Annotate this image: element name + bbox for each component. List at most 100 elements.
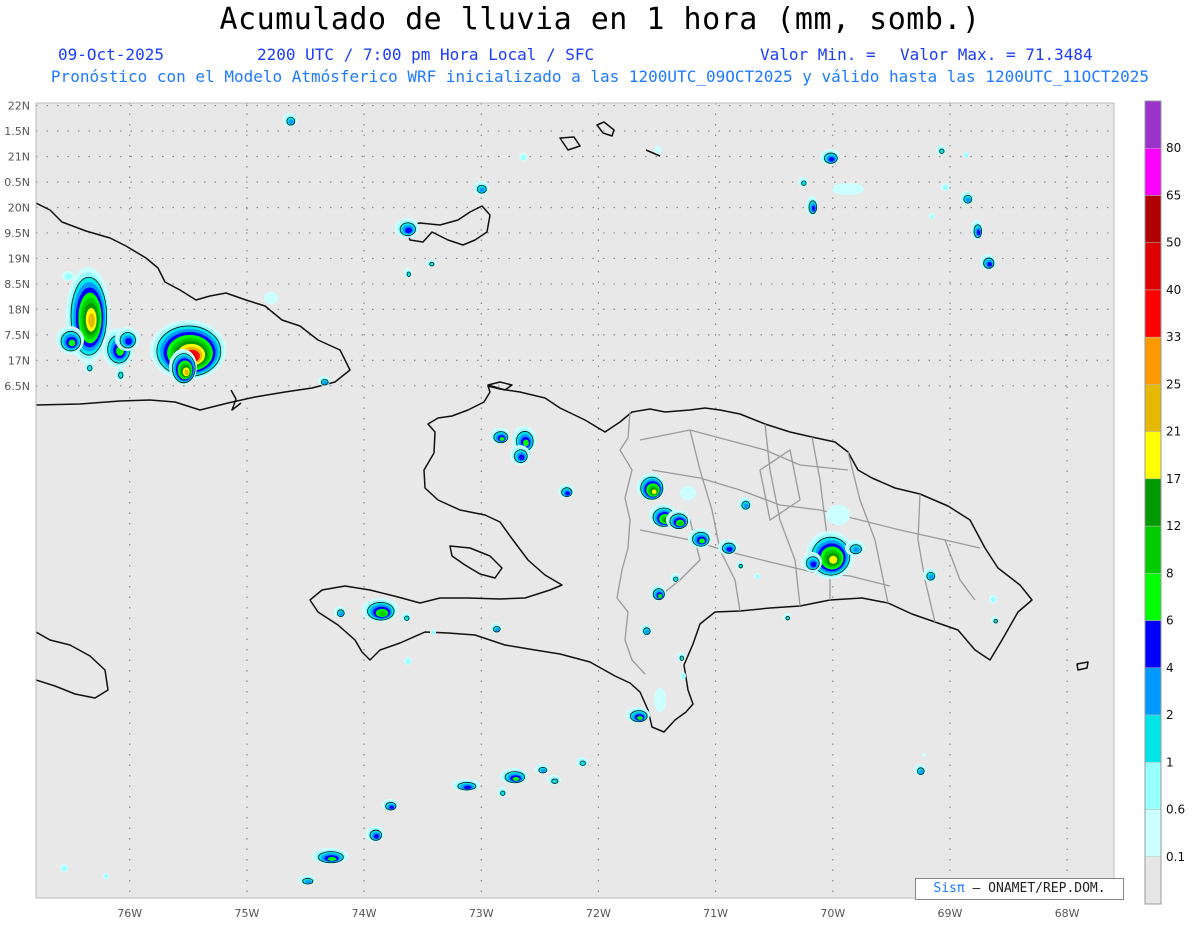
lon-tick-label: 76W xyxy=(117,907,142,920)
rain-cell-ring xyxy=(654,688,666,712)
legend-swatch xyxy=(1144,431,1162,480)
rain-cell-ring xyxy=(339,611,344,616)
rain-cell-ring xyxy=(405,659,411,665)
rain-cell-ring xyxy=(512,777,520,781)
rain-cell-ring xyxy=(64,273,73,280)
rain-cell-ring xyxy=(651,489,657,495)
rain-cell-ring xyxy=(184,369,189,376)
rain-cell-ring xyxy=(964,153,969,158)
rain-cell-ring xyxy=(500,790,506,796)
legend-label: 0.1 xyxy=(1166,850,1185,864)
legend-swatch xyxy=(1144,147,1162,196)
rain-cell-ring xyxy=(976,229,981,236)
model-subtitle: Pronóstico con el Modelo Atmósferico WRF… xyxy=(50,67,1150,86)
credit-box: Sisπ – ONAMET/REP.DOM. xyxy=(915,878,1124,900)
rain-cell-ring xyxy=(431,630,436,635)
lat-tick-label: 1.5N xyxy=(4,125,30,138)
rain-cell-ring xyxy=(463,785,472,790)
rain-cell-ring xyxy=(551,778,559,784)
lon-tick-label: 69W xyxy=(938,907,963,920)
rain-cell-ring xyxy=(987,262,992,267)
rain-cell-ring xyxy=(125,337,133,345)
lat-tick-label: 6.5N xyxy=(4,380,30,393)
rain-cell-ring xyxy=(726,547,733,552)
legend-label: 4 xyxy=(1166,661,1174,675)
rain-cell-ring xyxy=(104,874,109,879)
rain-cell-ring xyxy=(288,119,294,125)
rain-cell-ring xyxy=(499,437,505,441)
rain-cell-ring xyxy=(378,611,387,617)
lon-tick-label: 72W xyxy=(586,907,611,920)
rain-cell-ring xyxy=(68,339,76,347)
legend-swatch xyxy=(1144,667,1162,716)
rain-cell-ring xyxy=(699,538,705,544)
legend-label: 17 xyxy=(1166,472,1181,486)
legend-swatch xyxy=(1144,620,1162,669)
rain-cell-ring xyxy=(755,574,760,579)
credit-text: – ONAMET/REP.DOM. xyxy=(972,881,1106,896)
rain-cell-ring xyxy=(565,491,570,496)
legend-swatch xyxy=(1144,856,1162,905)
legend-swatch xyxy=(1144,573,1162,621)
lon-tick-label: 71W xyxy=(703,907,728,920)
rain-cell-ring xyxy=(829,555,838,564)
rain-cell-ring xyxy=(939,148,945,154)
rain-cell-ring xyxy=(645,629,650,634)
legend-swatch xyxy=(1144,525,1162,574)
rain-cell-ring xyxy=(993,619,998,624)
legend-label: 33 xyxy=(1166,330,1181,344)
lat-tick-label: 21N xyxy=(8,151,30,164)
legend-label: 80 xyxy=(1166,141,1181,155)
rain-cell-ring xyxy=(87,365,93,372)
legend-swatch xyxy=(1144,195,1162,243)
legend-label: 21 xyxy=(1166,425,1181,439)
lon-tick-label: 75W xyxy=(234,907,259,920)
rain-cell-ring xyxy=(88,313,95,328)
forecast-time: 2200 UTC / 7:00 pm Hora Local / SFC xyxy=(257,45,595,64)
rain-cell-ring xyxy=(743,503,749,509)
lon-tick-label: 68W xyxy=(1055,907,1080,920)
rain-cell-ring xyxy=(406,271,411,277)
lat-tick-label: 18N xyxy=(8,303,30,316)
lon-tick-label: 73W xyxy=(469,907,494,920)
rain-cell-ring xyxy=(405,227,413,234)
rain-cell-ring xyxy=(681,674,686,680)
rain-cell-ring xyxy=(118,371,124,379)
rain-cell-ring xyxy=(811,205,816,212)
rain-cell-ring xyxy=(738,564,743,569)
lat-tick-label: 19N xyxy=(8,252,30,265)
rain-cell-ring xyxy=(785,616,790,621)
color-legend: 0.10.612468121721253340506580 xyxy=(1144,100,1185,905)
rain-cell-ring xyxy=(679,655,684,661)
legend-label: 25 xyxy=(1166,377,1181,391)
lat-tick-label: 9.5N xyxy=(4,227,30,240)
legend-label: 50 xyxy=(1166,236,1181,250)
rain-cell-ring xyxy=(518,454,525,461)
min-value: Valor Min. = xyxy=(760,45,876,64)
lat-tick-label: 7.5N xyxy=(4,329,30,342)
rain-cell-ring xyxy=(579,760,586,766)
rain-cell-ring xyxy=(374,834,380,839)
lat-tick-label: 22N xyxy=(8,100,30,113)
ocean-background xyxy=(36,103,1114,898)
sispi-logo: Sisπ xyxy=(933,881,965,896)
max-value: Valor Max. = 71.3484 xyxy=(900,45,1093,64)
legend-label: 40 xyxy=(1166,283,1181,297)
legend-swatch xyxy=(1144,762,1162,810)
rain-cell-ring xyxy=(429,262,435,267)
rain-cell-ring xyxy=(495,628,500,632)
rain-cell-ring xyxy=(852,547,860,553)
legend-swatch xyxy=(1144,289,1162,338)
lon-tick-label: 74W xyxy=(352,907,377,920)
rain-cell-ring xyxy=(942,185,948,191)
lat-tick-label: 8.5N xyxy=(4,278,30,291)
legend-label: 8 xyxy=(1166,566,1174,580)
legend-swatch xyxy=(1144,714,1162,763)
legend-label: 65 xyxy=(1166,188,1181,202)
rain-cell-ring xyxy=(832,183,864,195)
lat-tick-label: 0.5N xyxy=(4,176,30,189)
legend-label: 1 xyxy=(1166,755,1174,769)
rain-cell-ring xyxy=(479,187,485,193)
rain-cell-ring xyxy=(928,574,934,580)
rain-cell-ring xyxy=(523,439,529,447)
